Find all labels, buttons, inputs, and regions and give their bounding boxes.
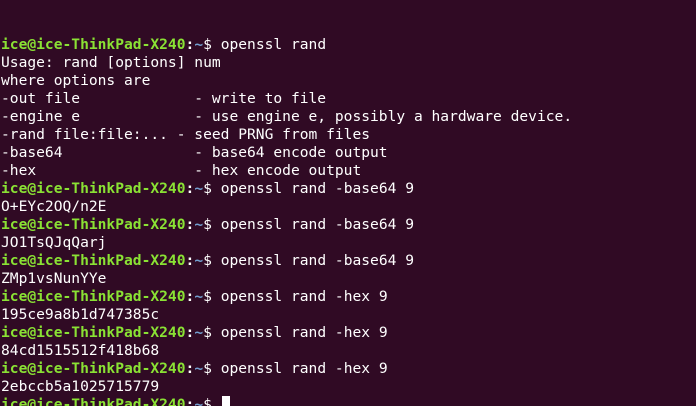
- output-line: -rand file:file:... - seed PRNG from fil…: [1, 126, 371, 143]
- prompt-user-host: ice@ice-ThinkPad-X240: [1, 180, 186, 197]
- prompt-colon: :: [185, 252, 195, 269]
- prompt-path: ~: [194, 216, 204, 233]
- prompt-path: ~: [194, 180, 204, 197]
- output-line: ZMp1vsNunYYe: [1, 270, 107, 287]
- terminal-output: ice@ice-ThinkPad-X240:~$ openssl rand Usa…: [1, 36, 696, 406]
- command-text: openssl rand -hex 9: [220, 288, 388, 305]
- output-line: -base64 - base64 encode output: [1, 144, 388, 161]
- prompt-sign: $: [203, 288, 221, 305]
- prompt-colon: :: [185, 216, 195, 233]
- prompt-line: ice@ice-ThinkPad-X240:~$ openssl rand -b…: [1, 216, 696, 234]
- output-line: -engine e - use engine e, possibly a har…: [1, 108, 573, 125]
- command-text: openssl rand -base64 9: [220, 252, 414, 269]
- output-line: 84cd1515512f418b68: [1, 342, 160, 359]
- prompt-sign: $: [203, 36, 221, 53]
- prompt-sign: $: [203, 252, 221, 269]
- prompt-user-host: ice@ice-ThinkPad-X240: [1, 288, 186, 305]
- prompt-line: ice@ice-ThinkPad-X240:~$ openssl rand -h…: [1, 360, 696, 378]
- output-line: -out file - write to file: [1, 90, 327, 107]
- prompt-sign: $: [203, 360, 221, 377]
- output-line: JO1TsQJqQarj: [1, 234, 107, 251]
- output-line: O+EYc2OQ/n2E: [1, 198, 107, 215]
- prompt-user-host: ice@ice-ThinkPad-X240: [1, 36, 186, 53]
- text-cursor[interactable]: [221, 396, 230, 406]
- prompt-colon: :: [185, 36, 195, 53]
- prompt-colon: :: [185, 360, 195, 377]
- command-text: openssl rand -hex 9: [220, 360, 388, 377]
- prompt-path: ~: [194, 36, 204, 53]
- prompt-sign: $: [203, 216, 221, 233]
- prompt-line: ice@ice-ThinkPad-X240:~$ openssl rand -b…: [1, 252, 696, 270]
- command-text: openssl rand -base64 9: [220, 216, 414, 233]
- output-line: 2ebccb5a1025715779: [1, 378, 160, 395]
- output-line: -hex - hex encode output: [1, 162, 362, 179]
- prompt-path: ~: [194, 288, 204, 305]
- output-line: Usage: rand [options] num: [1, 54, 221, 71]
- command-text: openssl rand -base64 9: [220, 180, 414, 197]
- prompt-user-host: ice@ice-ThinkPad-X240: [1, 360, 186, 377]
- prompt-line: ice@ice-ThinkPad-X240:~$ openssl rand -h…: [1, 288, 696, 306]
- terminal-window[interactable]: ice@ice-ThinkPad-X240:~$ openssl rand Usa…: [0, 0, 696, 406]
- command-text: openssl rand: [220, 36, 327, 53]
- command-text: openssl rand -hex 9: [220, 324, 388, 341]
- prompt-colon: :: [185, 396, 195, 406]
- prompt-path: ~: [194, 324, 204, 341]
- prompt-user-host: ice@ice-ThinkPad-X240: [1, 324, 186, 341]
- prompt-path: ~: [194, 252, 204, 269]
- prompt-line: ice@ice-ThinkPad-X240:~$: [1, 396, 696, 406]
- prompt-line: ice@ice-ThinkPad-X240:~$ openssl rand -b…: [1, 180, 696, 198]
- output-line: 195ce9a8b1d747385c: [1, 306, 160, 323]
- prompt-path: ~: [194, 360, 204, 377]
- prompt-line: ice@ice-ThinkPad-X240:~$ openssl rand: [1, 36, 696, 54]
- prompt-user-host: ice@ice-ThinkPad-X240: [1, 252, 186, 269]
- prompt-colon: :: [185, 288, 195, 305]
- prompt-colon: :: [185, 324, 195, 341]
- prompt-sign: $: [203, 324, 221, 341]
- prompt-path: ~: [194, 396, 204, 406]
- prompt-user-host: ice@ice-ThinkPad-X240: [1, 216, 186, 233]
- prompt-line: ice@ice-ThinkPad-X240:~$ openssl rand -h…: [1, 324, 696, 342]
- prompt-user-host: ice@ice-ThinkPad-X240: [1, 396, 186, 406]
- output-line: where options are: [1, 72, 151, 89]
- prompt-sign: $: [203, 180, 221, 197]
- prompt-colon: :: [185, 180, 195, 197]
- prompt-sign: $: [203, 396, 221, 406]
